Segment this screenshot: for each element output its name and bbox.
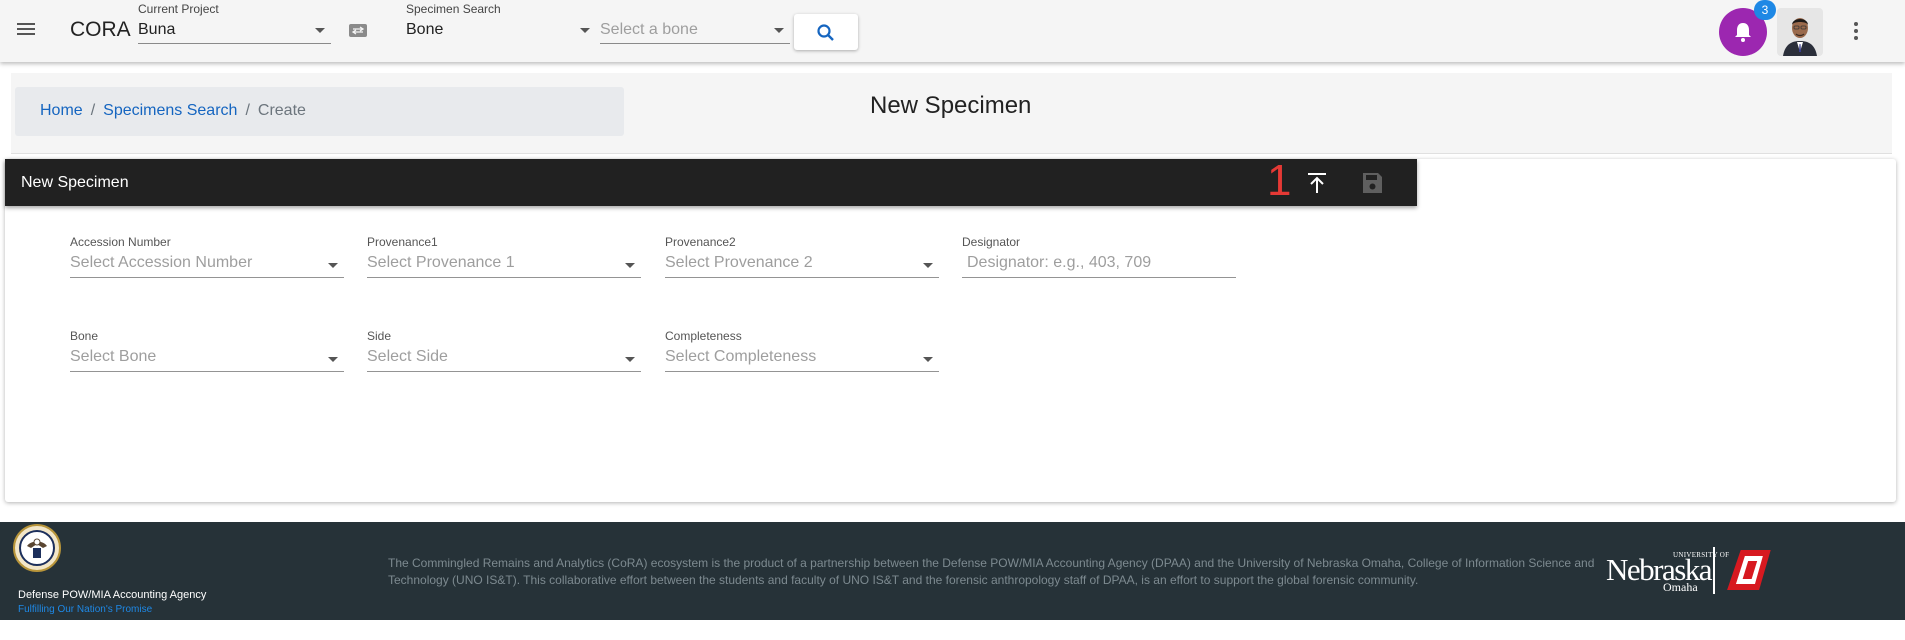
chevron-down-icon xyxy=(923,263,933,268)
footer-disclaimer: The Commingled Remains and Analytics (Co… xyxy=(388,556,1595,587)
bone-placeholder: Select Bone xyxy=(70,348,157,365)
side-label: Side xyxy=(367,329,392,343)
breadcrumb-separator: / xyxy=(90,102,96,119)
current-project-label: Current Project xyxy=(138,2,219,16)
logo-divider xyxy=(1713,547,1715,594)
uno-logo-subtext: Omaha xyxy=(1663,580,1698,594)
breadcrumb-separator: / xyxy=(245,102,250,119)
specimen-type-select[interactable]: Bone xyxy=(406,18,596,44)
notification-badge: 3 xyxy=(1754,0,1776,20)
breadcrumb-current: Create xyxy=(257,102,306,119)
dpaa-seal-icon xyxy=(13,524,61,572)
save-button[interactable] xyxy=(1358,169,1386,197)
current-project-select[interactable]: Buna xyxy=(138,18,331,44)
bone-select[interactable]: Select a bone xyxy=(600,18,790,44)
provenance2-placeholder: Select Provenance 2 xyxy=(665,254,813,271)
completeness-label: Completeness xyxy=(665,329,742,343)
side-select[interactable]: Select Side xyxy=(367,342,641,372)
chevron-down-icon xyxy=(774,28,784,33)
card-toolbar: New Specimen 1 xyxy=(5,159,1417,206)
current-project-value: Buna xyxy=(138,21,176,38)
breadcrumb-home-link[interactable]: Home xyxy=(40,102,83,119)
menu-icon[interactable] xyxy=(13,19,39,43)
bone-field-select[interactable]: Select Bone xyxy=(70,342,344,372)
completeness-placeholder: Select Completeness xyxy=(665,348,817,365)
chevron-down-icon xyxy=(923,357,933,362)
completeness-select[interactable]: Select Completeness xyxy=(665,342,939,372)
chevron-down-icon xyxy=(580,28,590,33)
agency-motto: Fulfilling Our Nation's Promise xyxy=(18,604,153,615)
save-icon xyxy=(1363,173,1382,193)
specimen-search-label: Specimen Search xyxy=(406,2,501,16)
avatar[interactable] xyxy=(1777,8,1823,56)
designator-input[interactable] xyxy=(962,248,1236,278)
breadcrumb-specimens-search-link[interactable]: Specimens Search xyxy=(103,102,237,119)
search-button[interactable] xyxy=(794,14,858,50)
chevron-down-icon xyxy=(625,263,635,268)
specimen-type-value: Bone xyxy=(406,21,444,38)
page-title: New Specimen xyxy=(870,92,1032,119)
vertical-align-top-icon xyxy=(1308,173,1326,193)
agency-name: Defense POW/MIA Accounting Agency xyxy=(18,589,207,601)
specimen-form-card: Accession Number Select Accession Number… xyxy=(5,159,1896,502)
app-title: CORA xyxy=(70,18,131,41)
card-title: New Specimen xyxy=(21,174,129,191)
chevron-down-icon xyxy=(328,263,338,268)
swap-icon[interactable] xyxy=(348,21,368,39)
bell-icon xyxy=(1735,23,1751,42)
provenance2-label: Provenance2 xyxy=(665,235,736,249)
provenance1-label: Provenance1 xyxy=(367,235,438,249)
chevron-down-icon xyxy=(315,28,325,33)
uno-o-logo-icon xyxy=(1727,550,1771,590)
accession-number-select[interactable]: Select Accession Number xyxy=(70,248,344,278)
side-placeholder: Select Side xyxy=(367,348,448,365)
bone-select-placeholder: Select a bone xyxy=(600,21,698,38)
accession-number-placeholder: Select Accession Number xyxy=(70,254,253,271)
designator-label: Designator xyxy=(962,235,1021,249)
breadcrumb: Home / Specimens Search / Create xyxy=(15,87,624,136)
provenance2-select[interactable]: Select Provenance 2 xyxy=(665,248,939,278)
bone-label: Bone xyxy=(70,329,99,343)
chevron-down-icon xyxy=(625,357,635,362)
search-icon xyxy=(817,24,834,41)
provenance1-select[interactable]: Select Provenance 1 xyxy=(367,248,641,278)
accession-number-label: Accession Number xyxy=(70,235,171,249)
provenance1-placeholder: Select Provenance 1 xyxy=(367,254,515,271)
more-vert-icon[interactable] xyxy=(1852,20,1860,42)
vertical-align-top-button[interactable] xyxy=(1303,169,1331,197)
top-app-bar: CORA Current Project Buna Specimen Searc… xyxy=(0,0,1905,62)
chevron-down-icon xyxy=(328,357,338,362)
annotation-marker: 1 xyxy=(1267,156,1292,205)
